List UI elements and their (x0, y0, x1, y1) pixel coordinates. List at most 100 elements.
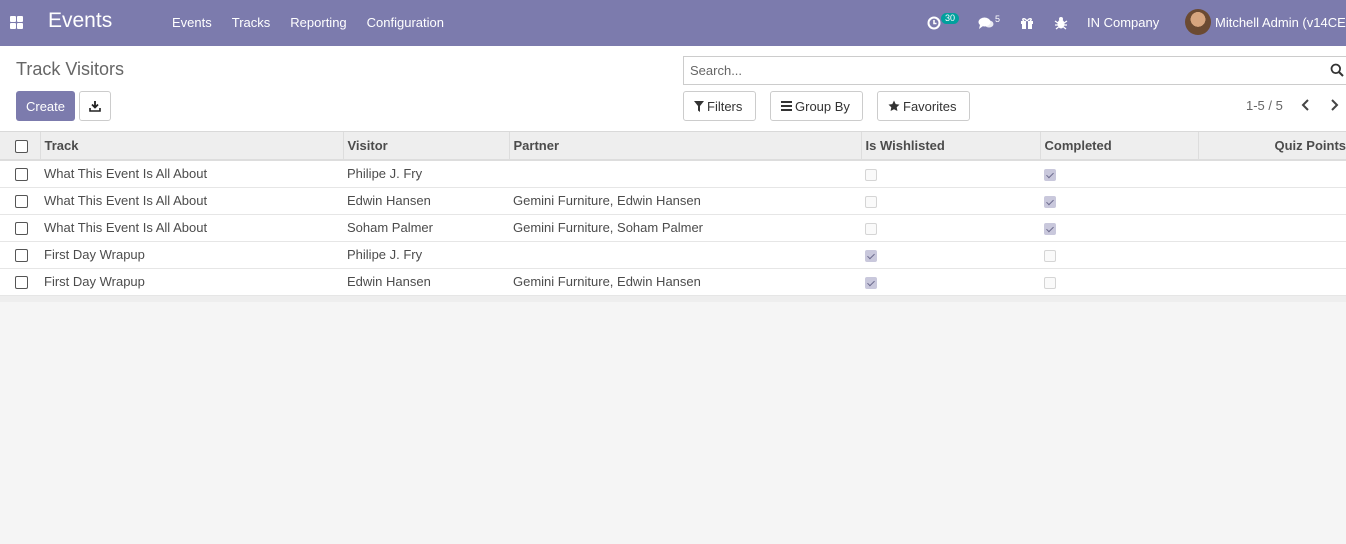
row-select-checkbox[interactable] (15, 168, 28, 182)
user-avatar[interactable] (1185, 9, 1211, 35)
apps-menu-icon[interactable] (10, 16, 23, 29)
row-select-cell (0, 241, 40, 269)
menu-item-reporting[interactable]: Reporting (290, 15, 346, 30)
export-button[interactable] (79, 91, 111, 121)
row-select-checkbox[interactable] (15, 222, 28, 236)
page-title: Track Visitors (16, 59, 125, 79)
table-row[interactable]: First Day Wrapup Philipe J. Fry (0, 241, 1346, 269)
cell-partner[interactable]: Gemini Furniture, Edwin Hansen (509, 268, 861, 296)
cell-completed[interactable] (1040, 241, 1198, 269)
column-header-completed[interactable]: Completed (1039, 132, 1198, 161)
filters-button[interactable]: Filters (683, 91, 756, 121)
cell-visitor[interactable]: Edwin Hansen (343, 187, 509, 215)
is-wishlisted-checkbox (865, 222, 877, 235)
cell-completed[interactable] (1040, 268, 1198, 296)
favorites-button[interactable]: Favorites (877, 91, 970, 121)
row-select-cell (0, 268, 40, 296)
gift-menu[interactable] (1020, 0, 1034, 46)
debug-menu[interactable] (1054, 0, 1068, 46)
create-button[interactable]: Create (16, 91, 75, 121)
clock-icon (927, 16, 941, 30)
is-wishlisted-checkbox (865, 168, 877, 181)
column-header-quiz-points[interactable]: Quiz Points (1197, 132, 1346, 161)
favorites-label: Favorites (903, 98, 957, 114)
cell-partner[interactable]: Gemini Furniture, Edwin Hansen (509, 187, 861, 215)
chat-icon (978, 17, 994, 29)
is-wishlisted-checkbox (865, 195, 877, 208)
cell-is-wishlisted[interactable] (861, 268, 1040, 296)
bug-icon (1054, 17, 1068, 30)
cell-completed[interactable] (1040, 160, 1198, 188)
control-panel: Track Visitors Create Filters Group By F… (0, 46, 1346, 132)
cell-is-wishlisted[interactable] (861, 241, 1040, 269)
cell-completed[interactable] (1040, 214, 1198, 242)
menu-item-configuration[interactable]: Configuration (367, 15, 444, 30)
cell-track[interactable]: First Day Wrapup (40, 268, 343, 296)
table-row[interactable]: What This Event Is All About Philipe J. F… (0, 160, 1346, 188)
cell-quiz-points[interactable] (1198, 214, 1346, 242)
cell-quiz-points[interactable] (1198, 268, 1346, 296)
cell-completed[interactable] (1040, 187, 1198, 215)
activity-menu[interactable]: 30 (927, 0, 960, 46)
cell-quiz-points[interactable] (1198, 241, 1346, 269)
cell-partner[interactable] (509, 241, 861, 269)
cell-track[interactable]: What This Event Is All About (40, 214, 343, 242)
star-icon (888, 100, 900, 111)
pager-value[interactable]: 1-5 / 5 (1246, 98, 1283, 113)
column-header-is-wishlisted[interactable]: Is Wishlisted (860, 132, 1040, 161)
cell-track[interactable]: What This Event Is All About (40, 187, 343, 215)
is-wishlisted-checkbox (865, 276, 877, 289)
row-select-checkbox[interactable] (15, 249, 28, 263)
cell-quiz-points[interactable] (1198, 187, 1346, 215)
menu-item-events[interactable]: Events (172, 15, 212, 30)
user-menu[interactable]: Mitchell Admin (v14CE (1215, 15, 1346, 30)
message-count-badge: 5 (995, 14, 1001, 24)
search-icon[interactable] (1330, 63, 1344, 77)
cell-partner[interactable] (509, 160, 861, 188)
column-header-track[interactable]: Track (39, 132, 343, 161)
cell-track[interactable]: First Day Wrapup (40, 241, 343, 269)
filter-icon (694, 100, 704, 112)
footer-cell (0, 295, 1346, 302)
row-select-cell (0, 214, 40, 242)
search-input[interactable] (684, 57, 1304, 84)
cell-track[interactable]: What This Event Is All About (40, 160, 343, 188)
cell-visitor[interactable]: Edwin Hansen (343, 268, 509, 296)
menu-item-tracks[interactable]: Tracks (232, 15, 271, 30)
chevron-right-icon[interactable] (1328, 98, 1340, 112)
column-header-partner[interactable]: Partner (508, 132, 861, 161)
column-header-visitor[interactable]: Visitor (342, 132, 509, 161)
group-by-button[interactable]: Group By (770, 91, 863, 121)
table-row[interactable]: What This Event Is All About Edwin Hansen… (0, 187, 1346, 215)
messaging-menu[interactable]: 5 (978, 0, 1000, 46)
select-all-cell (0, 132, 40, 161)
cell-visitor[interactable]: Philipe J. Fry (343, 241, 509, 269)
completed-checkbox (1044, 249, 1056, 262)
bars-icon (781, 101, 792, 111)
table-header: Track Visitor Partner Is Wishlisted Comp… (0, 132, 1346, 161)
cell-is-wishlisted[interactable] (861, 214, 1040, 242)
cell-partner[interactable]: Gemini Furniture, Soham Palmer (509, 214, 861, 242)
chevron-left-icon[interactable] (1300, 98, 1312, 112)
cell-quiz-points[interactable] (1198, 160, 1346, 188)
app-title[interactable]: Events (48, 9, 112, 33)
track-visitors-table: Track Visitor Partner Is Wishlisted Comp… (0, 132, 1346, 302)
completed-checkbox (1044, 222, 1056, 235)
list-view: Track Visitor Partner Is Wishlisted Comp… (0, 132, 1346, 302)
row-select-cell (0, 187, 40, 215)
cell-visitor[interactable]: Philipe J. Fry (343, 160, 509, 188)
row-select-checkbox[interactable] (15, 195, 28, 209)
cell-is-wishlisted[interactable] (861, 160, 1040, 188)
cell-is-wishlisted[interactable] (861, 187, 1040, 215)
table-row[interactable]: What This Event Is All About Soham Palmer… (0, 214, 1346, 242)
table-row[interactable]: First Day Wrapup Edwin Hansen Gemini Furni… (0, 268, 1346, 296)
gift-icon (1021, 18, 1033, 29)
select-all-checkbox[interactable] (15, 140, 28, 154)
company-switcher[interactable]: IN Company (1087, 15, 1159, 30)
download-icon (89, 101, 101, 112)
main-menu: Events Tracks Reporting Configuration (172, 15, 464, 30)
group-by-label: Group By (795, 98, 850, 114)
row-select-checkbox[interactable] (15, 276, 28, 290)
is-wishlisted-checkbox (865, 249, 877, 262)
cell-visitor[interactable]: Soham Palmer (343, 214, 509, 242)
